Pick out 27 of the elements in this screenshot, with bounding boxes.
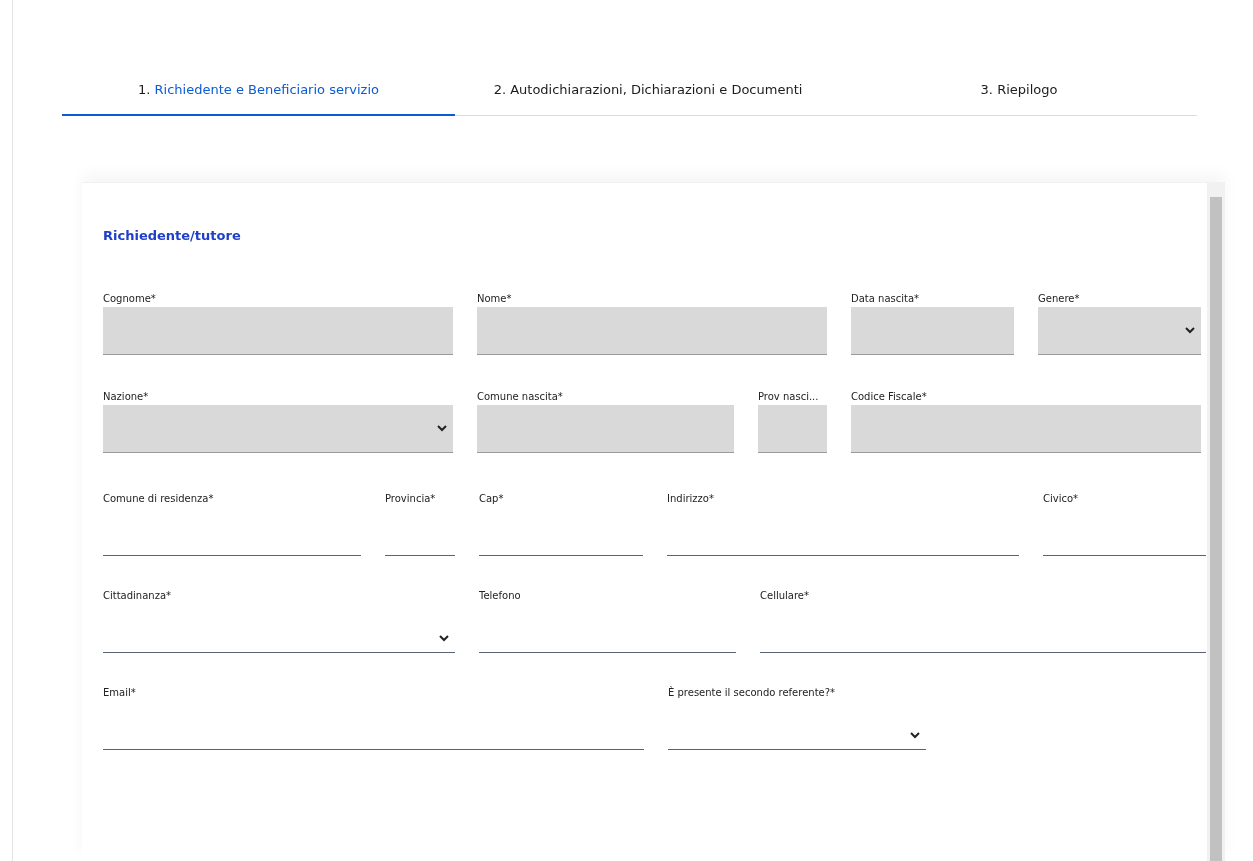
field-label: Indirizzo* — [667, 493, 715, 506]
field-label: Cognome* — [103, 293, 157, 306]
field-label: Cap* — [479, 493, 505, 506]
field-label: Civico* — [1043, 493, 1080, 506]
chevron-down-icon — [1185, 327, 1195, 334]
field-label: Provincia* — [385, 493, 437, 506]
field-label: Telefono — [479, 590, 522, 603]
field-label: Cittadinanza* — [103, 590, 173, 603]
field-label: Comune di residenza* — [103, 493, 215, 506]
field-label: Cellulare* — [760, 590, 810, 603]
field-label: Comune nascita* — [477, 391, 564, 404]
chevron-down-icon — [437, 425, 447, 432]
step-tab[interactable]: 3. Riepilogo — [841, 78, 1197, 116]
field-label: Codice Fiscale* — [851, 391, 928, 404]
field-label: Prov nasci... — [758, 391, 820, 404]
field-label: Nazione* — [103, 391, 150, 404]
field-label: Genere* — [1038, 293, 1081, 306]
field-label: Data nascita* — [851, 293, 921, 306]
step-tab[interactable]: 1. Richiedente e Beneficiario servizio — [62, 78, 455, 116]
step-tab[interactable]: 2. Autodichiarazioni, Dichiarazioni e Documenti — [455, 78, 841, 116]
section-title: Richiedente/tutore — [103, 228, 242, 243]
scrollbar[interactable] — [1207, 183, 1225, 861]
chevron-down-icon — [439, 634, 449, 642]
field-label: È presente il secondo referente?* — [668, 687, 837, 700]
field-label: Nome* — [477, 293, 513, 306]
chevron-down-icon — [910, 731, 920, 739]
field-label: Email* — [103, 687, 137, 700]
